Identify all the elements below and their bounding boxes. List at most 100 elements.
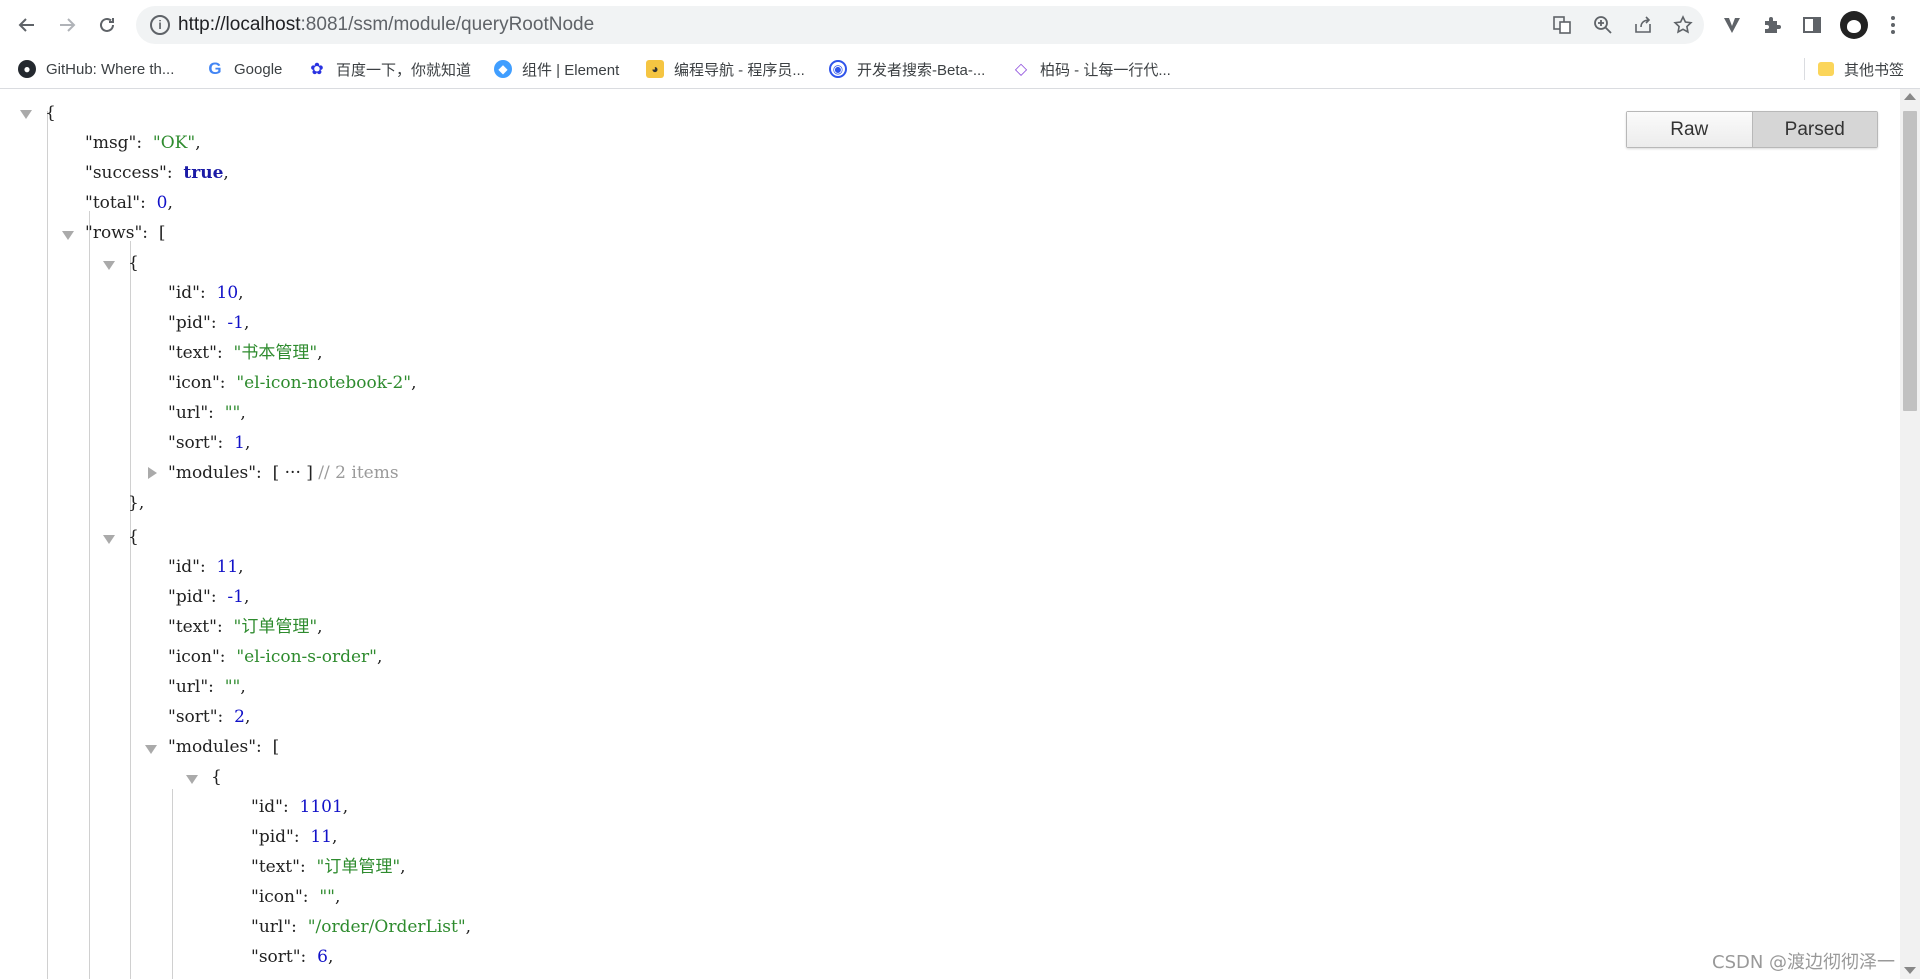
- json-line-pid: "pid": -1,: [168, 587, 250, 607]
- browser-toolbar: i http://localhost:8081/ssm/module/query…: [0, 0, 1920, 50]
- collapse-rows-toggle[interactable]: [62, 231, 74, 240]
- json-line-text: "text": "书本管理",: [168, 343, 323, 363]
- json-line-icon: "icon": "",: [251, 887, 341, 907]
- json-number-value: -1: [227, 587, 244, 607]
- json-line-rows: "rows": [: [85, 221, 165, 245]
- collapse-row-toggle[interactable]: [103, 261, 115, 270]
- address-bar[interactable]: i http://localhost:8081/ssm/module/query…: [136, 6, 1704, 44]
- json-key: "icon":: [251, 887, 309, 907]
- translate-icon[interactable]: [1550, 13, 1574, 37]
- json-key: "modules":: [168, 463, 262, 483]
- bookmark-yupi[interactable]: ◕ 编程导航 - 程序员...: [646, 58, 805, 80]
- avatar[interactable]: [1840, 11, 1868, 39]
- json-viewer: { "msg": "OK", "success": true, "total":…: [0, 89, 1900, 979]
- site-info-icon[interactable]: i: [150, 15, 170, 35]
- bookmark-label: 开发者搜索-Beta-...: [857, 61, 986, 79]
- extension-v-icon[interactable]: [1719, 12, 1745, 38]
- json-line-msg: "msg": "OK",: [85, 133, 201, 153]
- json-key: "pid":: [251, 827, 300, 847]
- indent-guide: [89, 211, 90, 979]
- json-number-value: 11: [310, 827, 333, 847]
- baidu-icon: ✿: [310, 61, 324, 78]
- json-line-id: "id": 1101,: [251, 797, 349, 817]
- bookmarks-bar: ● GitHub: Where th... G Google ✿ 百度一下，你就…: [0, 50, 1920, 89]
- bookmark-label: 百度一下，你就知道: [336, 61, 472, 79]
- json-key: "sort":: [251, 947, 307, 967]
- json-string-value: "": [224, 677, 241, 697]
- json-key: "msg":: [85, 133, 143, 153]
- back-icon[interactable]: [12, 10, 42, 40]
- star-icon[interactable]: [1671, 13, 1695, 37]
- json-line-icon: "icon": "el-icon-s-order",: [168, 647, 383, 667]
- json-string-value: "/order/OrderList": [307, 917, 466, 937]
- bookmark-github[interactable]: ● GitHub: Where th...: [18, 58, 174, 80]
- bookmark-dev-search[interactable]: ◉ 开发者搜索-Beta-...: [829, 58, 985, 80]
- forward-icon[interactable]: [52, 10, 82, 40]
- json-key: "id":: [168, 283, 206, 303]
- scroll-down-arrow[interactable]: [1904, 967, 1916, 974]
- element-icon: ◆: [494, 60, 512, 78]
- module-open-brace: {: [211, 767, 222, 787]
- bookmark-label: Google: [234, 60, 283, 78]
- json-string-value: "OK": [152, 133, 196, 153]
- json-line-url: "url": "/order/OrderList",: [251, 917, 472, 937]
- json-number-value: -1: [227, 313, 244, 333]
- json-key: "url":: [168, 677, 214, 697]
- json-line-sort: "sort": 2,: [168, 707, 251, 727]
- collapse-root-toggle[interactable]: [20, 110, 32, 119]
- items-count-comment: // 2 items: [318, 463, 399, 483]
- expand-modules-toggle[interactable]: [148, 467, 157, 479]
- collapse-row-toggle[interactable]: [103, 535, 115, 544]
- row-open-brace: {: [128, 527, 139, 547]
- csdn-watermark: CSDN @渡边彻彻泽一: [1712, 952, 1896, 973]
- json-line-sort: "sort": 6,: [251, 947, 334, 967]
- json-key: "pid":: [168, 587, 217, 607]
- json-string-value: "el-icon-s-order": [236, 647, 377, 667]
- bookmark-other-folder[interactable]: 其他书签: [1818, 58, 1904, 80]
- puzzle-icon[interactable]: [1759, 12, 1785, 38]
- scroll-up-arrow[interactable]: [1904, 93, 1916, 100]
- collapse-modules-toggle[interactable]: [145, 745, 157, 754]
- row-close-brace: },: [128, 493, 145, 513]
- json-key: "icon":: [168, 647, 226, 667]
- json-key: "rows":: [85, 223, 149, 243]
- sidepanel-icon[interactable]: [1799, 12, 1825, 38]
- open-bracket: [: [272, 737, 280, 757]
- json-number-value: 0: [156, 193, 168, 213]
- collapse-module-toggle[interactable]: [186, 775, 198, 784]
- json-number-value: 1: [234, 433, 245, 453]
- indent-guide: [172, 789, 173, 979]
- json-line-id: "id": 11,: [168, 557, 244, 577]
- json-key: "sort":: [168, 707, 224, 727]
- json-line-icon: "icon": "el-icon-notebook-2",: [168, 373, 417, 393]
- json-line-pid: "pid": -1,: [168, 313, 250, 333]
- json-line-url: "url": "",: [168, 403, 246, 423]
- raw-parsed-toggle: Raw Parsed: [1626, 111, 1878, 148]
- json-line-total: "total": 0,: [85, 193, 173, 213]
- bookmark-google[interactable]: G Google: [206, 58, 282, 80]
- reload-icon[interactable]: [92, 10, 122, 40]
- raw-button[interactable]: Raw: [1627, 112, 1753, 147]
- json-key: "pid":: [168, 313, 217, 333]
- bookmark-itbaima[interactable]: ◇ 柏码 - 让每一行代...: [1012, 58, 1171, 80]
- json-line-modules: "modules": [: [168, 735, 279, 759]
- scrollbar-thumb[interactable]: [1903, 111, 1917, 411]
- json-boolean-value: true: [183, 163, 224, 183]
- open-bracket: [: [158, 223, 166, 243]
- zoom-icon[interactable]: [1591, 13, 1615, 37]
- share-icon[interactable]: [1631, 13, 1655, 37]
- bookmark-baidu[interactable]: ✿ 百度一下，你就知道: [308, 58, 471, 80]
- json-key: "text":: [168, 343, 223, 363]
- bookmark-label: 组件 | Element: [522, 61, 620, 79]
- bookmark-label: 柏码 - 让每一行代...: [1040, 61, 1171, 79]
- collapsed-array[interactable]: [ ··· ]: [273, 463, 313, 483]
- bookmark-element[interactable]: ◆ 组件 | Element: [494, 58, 619, 80]
- menu-dots-icon[interactable]: [1880, 12, 1906, 38]
- json-key: "url":: [168, 403, 214, 423]
- json-line-modules-collapsed: "modules": [ ··· ] // 2 items: [168, 461, 399, 485]
- parsed-button[interactable]: Parsed: [1752, 112, 1877, 147]
- bookmark-label: GitHub: Where th...: [46, 60, 175, 78]
- json-key: "total":: [85, 193, 146, 213]
- bookmark-separator: [1804, 58, 1805, 80]
- url-text[interactable]: http://localhost:8081/ssm/module/queryRo…: [178, 14, 594, 36]
